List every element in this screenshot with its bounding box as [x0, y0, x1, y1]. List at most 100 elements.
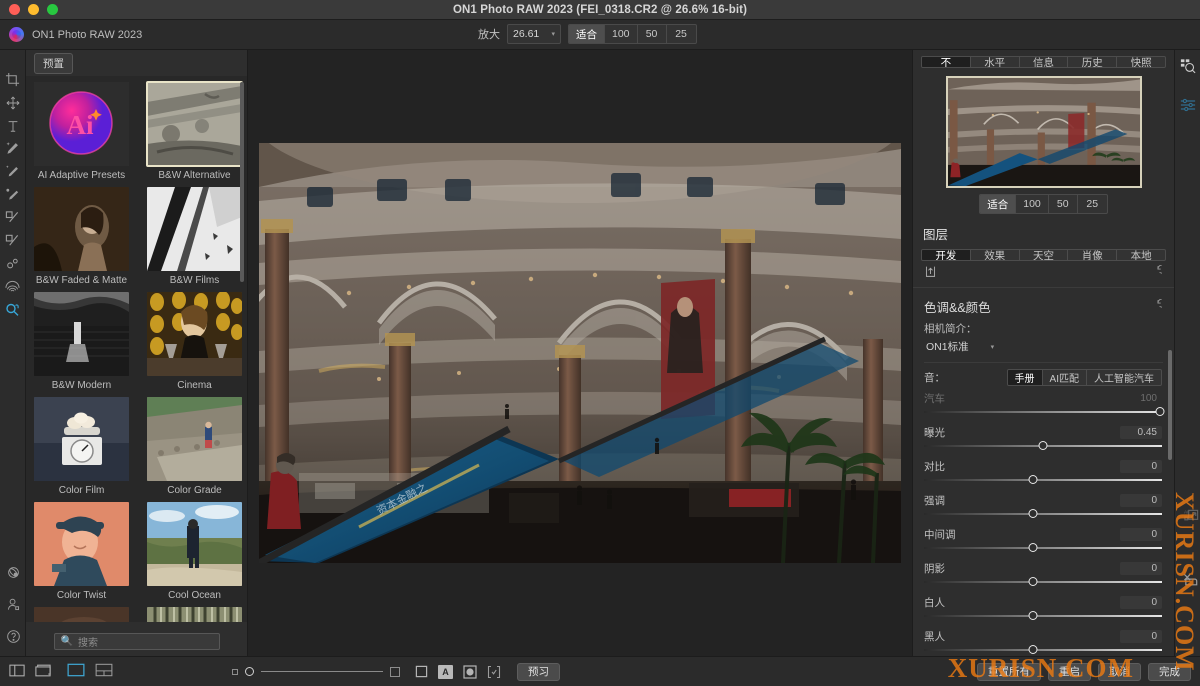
person-icon[interactable] [2, 593, 24, 616]
slider-track[interactable] [924, 610, 1162, 622]
slider-track[interactable] [924, 474, 1162, 486]
compare-brackets-icon[interactable] [486, 665, 501, 679]
tone-manual-button[interactable]: 手册 [1007, 369, 1043, 385]
zoom-50-button[interactable]: 50 [638, 25, 667, 43]
preset-item[interactable] [147, 607, 242, 622]
reset-arrow-icon[interactable] [1149, 264, 1167, 281]
sliders-settings-icon[interactable] [1177, 93, 1199, 116]
tab-sky[interactable]: 天空 [1020, 250, 1069, 261]
tool-rail-bottom [0, 561, 26, 648]
tab-local[interactable]: 本地 [1117, 250, 1165, 260]
presets-scrollbar[interactable] [240, 82, 244, 282]
export-icon[interactable] [924, 265, 937, 281]
camera-profile-select[interactable]: ON1标准 ▾ [924, 339, 1162, 354]
zoom-tool[interactable] [2, 298, 24, 321]
healing-brush-tool[interactable] [2, 160, 24, 183]
slider-value[interactable]: 0 [1120, 561, 1162, 575]
preset-item[interactable]: Color Grade [147, 397, 242, 500]
preset-item[interactable]: Ai AI Adaptive Presets [34, 82, 129, 185]
preset-item[interactable]: B&W Modern [34, 292, 129, 395]
help-question-icon[interactable] [2, 625, 24, 648]
slider-track[interactable] [924, 542, 1162, 554]
show-left-panel-icon[interactable] [9, 664, 25, 680]
tab-history[interactable]: 历史 [1068, 57, 1118, 68]
preset-item[interactable]: Color Twist [34, 502, 129, 605]
tab-portrait[interactable]: 肖像 [1068, 250, 1118, 261]
retouch-brush-tool[interactable] [2, 137, 24, 160]
svg-text:AI: AI [1183, 510, 1187, 516]
tab-presets[interactable]: 预置 [34, 52, 73, 74]
chevron-down-icon: ▾ [551, 31, 555, 38]
slider-value[interactable]: 0.45 [1120, 425, 1162, 439]
soft-proof-icon[interactable] [414, 665, 429, 679]
browse-search-icon[interactable] [1177, 54, 1199, 77]
slider-value[interactable]: 0 [1120, 595, 1162, 609]
move-tool[interactable] [2, 91, 24, 114]
navigator-thumbnail[interactable] [945, 76, 1142, 189]
slider-track[interactable] [261, 671, 383, 672]
atom-icon[interactable] [2, 561, 24, 584]
photo-preview[interactable]: 资本金融之 [259, 143, 901, 563]
tone-ai-auto-button[interactable]: 人工智能汽车 [1087, 370, 1161, 385]
search-input[interactable]: 🔍 搜索 [53, 633, 220, 650]
nav-zoom-50-button[interactable]: 50 [1049, 195, 1078, 214]
reset-all-button[interactable]: 重置所有 [977, 662, 1041, 681]
preview-button[interactable]: 预习 [517, 662, 560, 681]
tab-snapshots[interactable]: 快照 [1117, 57, 1165, 67]
nav-zoom-fit-button[interactable]: 适合 [980, 195, 1017, 214]
single-view-icon[interactable] [67, 663, 85, 680]
slider-knob[interactable] [245, 667, 254, 676]
preset-item[interactable]: B&W Alternative [146, 81, 243, 185]
tone-color-title: 色调&&颜色 [924, 301, 991, 316]
zoom-value-select[interactable]: 26.61 ▾ [507, 24, 561, 44]
no-print-icon[interactable] [1180, 570, 1200, 593]
tone-ai-match-button[interactable]: AI匹配 [1043, 369, 1087, 385]
clipping-circle-icon[interactable] [462, 664, 477, 679]
reset-arrow-icon[interactable] [1149, 298, 1167, 315]
compare-view-icon[interactable] [95, 663, 113, 680]
bottom-center-controls: A 预习 [232, 662, 560, 681]
preset-item[interactable]: Cool Ocean [147, 502, 242, 605]
tab-info[interactable]: 信息 [1020, 57, 1069, 68]
right-panel-scrollbar[interactable] [1168, 350, 1172, 460]
preset-item[interactable]: B&W Films [147, 187, 242, 290]
ai-resize-icon[interactable]: AI [1180, 505, 1200, 528]
tab-effects[interactable]: 效果 [971, 250, 1020, 261]
zoom-25-button[interactable]: 25 [667, 25, 696, 43]
preset-item[interactable]: B&W Faded & Matte [34, 187, 129, 290]
cancel-button[interactable]: 取消 [1098, 662, 1141, 681]
nav-zoom-100-button[interactable]: 100 [1016, 195, 1049, 214]
thumbnail-size-slider[interactable] [232, 666, 400, 677]
slider-value[interactable]: 0 [1120, 629, 1162, 643]
preset-thumbnail [146, 81, 243, 167]
letter-a-icon[interactable]: A [438, 664, 453, 679]
tab-levels[interactable]: 水平 [971, 57, 1020, 68]
masking-brush-tool[interactable] [2, 206, 24, 229]
slider-track[interactable] [924, 644, 1162, 656]
zoom-fit-button[interactable]: 适合 [569, 25, 605, 43]
tab-develop[interactable]: 开发 [922, 250, 971, 261]
show-filmstrip-icon[interactable] [35, 664, 51, 680]
zoom-100-button[interactable]: 100 [605, 25, 638, 43]
text-tool[interactable] [2, 114, 24, 137]
preset-item[interactable]: Color Film [34, 397, 129, 500]
crop-tool[interactable] [2, 68, 24, 91]
slider-track[interactable] [924, 440, 1162, 452]
preset-item[interactable] [34, 607, 129, 622]
restart-button[interactable]: 重启 [1048, 662, 1091, 681]
preset-item[interactable]: Cinema [147, 292, 242, 395]
slider-track[interactable] [924, 576, 1162, 588]
perfect-eraser-tool[interactable] [2, 183, 24, 206]
tab-none[interactable]: 不 [922, 57, 971, 68]
slider-value[interactable]: 0 [1120, 527, 1162, 541]
portrait-tool[interactable] [2, 275, 24, 298]
slider-value[interactable]: 0 [1120, 493, 1162, 507]
adjustable-brush-tool[interactable] [2, 229, 24, 252]
slider-value[interactable]: 0 [1120, 459, 1162, 473]
canvas-area[interactable]: 资本金融之 [248, 50, 912, 656]
nav-zoom-25-button[interactable]: 25 [1078, 195, 1107, 213]
slider-track[interactable] [924, 508, 1162, 520]
slider-track[interactable] [924, 406, 1165, 418]
done-button[interactable]: 完成 [1148, 662, 1191, 681]
blemish-remover-tool[interactable] [2, 252, 24, 275]
